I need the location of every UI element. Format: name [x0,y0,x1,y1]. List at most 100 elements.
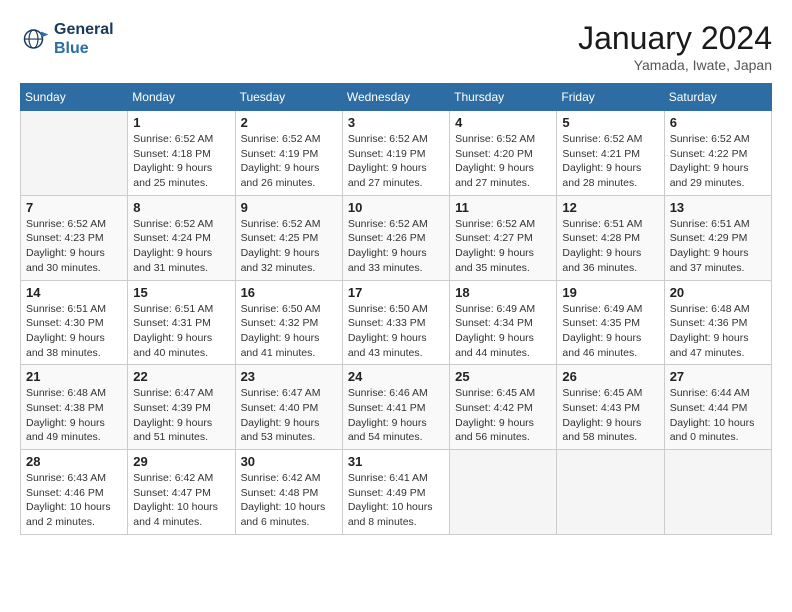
day-info: Sunrise: 6:46 AMSunset: 4:41 PMDaylight:… [348,386,444,445]
calendar-cell: 4 Sunrise: 6:52 AMSunset: 4:20 PMDaylight… [450,111,557,196]
day-info: Sunrise: 6:50 AMSunset: 4:33 PMDaylight:… [348,302,444,361]
calendar-cell: 19 Sunrise: 6:49 AMSunset: 4:35 PMDayligh… [557,280,664,365]
day-number: 25 [455,369,551,384]
day-number: 7 [26,200,122,215]
logo-text: General Blue [54,20,114,58]
day-header-wednesday: Wednesday [342,84,449,111]
day-number: 8 [133,200,229,215]
day-number: 4 [455,115,551,130]
day-number: 31 [348,454,444,469]
calendar-cell: 17 Sunrise: 6:50 AMSunset: 4:33 PMDayligh… [342,280,449,365]
page-header: General Blue January 2024 Yamada, Iwate,… [20,20,772,73]
day-info: Sunrise: 6:44 AMSunset: 4:44 PMDaylight:… [670,386,766,445]
day-info: Sunrise: 6:45 AMSunset: 4:42 PMDaylight:… [455,386,551,445]
day-header-thursday: Thursday [450,84,557,111]
calendar-cell: 9Sunrise: 6:52 AMSunset: 4:25 PMDaylight… [235,195,342,280]
calendar-header-row: SundayMondayTuesdayWednesdayThursdayFrid… [21,84,772,111]
day-info: Sunrise: 6:52 AMSunset: 4:26 PMDaylight:… [348,217,444,276]
calendar-cell: 16 Sunrise: 6:50 AMSunset: 4:32 PMDayligh… [235,280,342,365]
logo: General Blue [20,20,114,58]
calendar-cell: 26Sunrise: 6:45 AMSunset: 4:43 PMDayligh… [557,365,664,450]
day-info: Sunrise: 6:42 AMSunset: 4:48 PMDaylight:… [241,471,337,530]
calendar-cell: 23 Sunrise: 6:47 AMSunset: 4:40 PMDayligh… [235,365,342,450]
day-info: Sunrise: 6:52 AMSunset: 4:23 PMDaylight:… [26,217,122,276]
day-number: 30 [241,454,337,469]
day-info: Sunrise: 6:49 AMSunset: 4:34 PMDaylight:… [455,302,551,361]
calendar-cell: 25 Sunrise: 6:45 AMSunset: 4:42 PMDayligh… [450,365,557,450]
calendar-cell: 14 Sunrise: 6:51 AMSunset: 4:30 PMDayligh… [21,280,128,365]
day-number: 3 [348,115,444,130]
calendar-cell: 13Sunrise: 6:51 AMSunset: 4:29 PMDayligh… [664,195,771,280]
calendar-cell: 20 Sunrise: 6:48 AMSunset: 4:36 PMDayligh… [664,280,771,365]
calendar-cell: 31 Sunrise: 6:41 AMSunset: 4:49 PMDayligh… [342,450,449,535]
day-info: Sunrise: 6:42 AMSunset: 4:47 PMDaylight:… [133,471,229,530]
day-number: 23 [241,369,337,384]
day-info: Sunrise: 6:47 AMSunset: 4:39 PMDaylight:… [133,386,229,445]
day-info: Sunrise: 6:48 AMSunset: 4:38 PMDaylight:… [26,386,122,445]
day-info: Sunrise: 6:51 AMSunset: 4:28 PMDaylight:… [562,217,658,276]
calendar-cell [450,450,557,535]
day-info: Sunrise: 6:52 AMSunset: 4:19 PMDaylight:… [241,132,337,191]
day-info: Sunrise: 6:49 AMSunset: 4:35 PMDaylight:… [562,302,658,361]
calendar-table: SundayMondayTuesdayWednesdayThursdayFrid… [20,83,772,535]
calendar-cell: 10 Sunrise: 6:52 AMSunset: 4:26 PMDayligh… [342,195,449,280]
calendar-cell: 28Sunrise: 6:43 AMSunset: 4:46 PMDayligh… [21,450,128,535]
day-info: Sunrise: 6:52 AMSunset: 4:24 PMDaylight:… [133,217,229,276]
day-number: 20 [670,285,766,300]
calendar-cell: 30 Sunrise: 6:42 AMSunset: 4:48 PMDayligh… [235,450,342,535]
calendar-cell: 5 Sunrise: 6:52 AMSunset: 4:21 PMDaylight… [557,111,664,196]
day-info: Sunrise: 6:52 AMSunset: 4:19 PMDaylight:… [348,132,444,191]
calendar-cell: 2 Sunrise: 6:52 AMSunset: 4:19 PMDaylight… [235,111,342,196]
day-number: 6 [670,115,766,130]
day-number: 24 [348,369,444,384]
day-header-monday: Monday [128,84,235,111]
day-number: 2 [241,115,337,130]
day-number: 19 [562,285,658,300]
day-info: Sunrise: 6:48 AMSunset: 4:36 PMDaylight:… [670,302,766,361]
day-number: 1 [133,115,229,130]
calendar-cell: 1 Sunrise: 6:52 AMSunset: 4:18 PMDaylight… [128,111,235,196]
day-info: Sunrise: 6:51 AMSunset: 4:31 PMDaylight:… [133,302,229,361]
calendar-cell: 11Sunrise: 6:52 AMSunset: 4:27 PMDayligh… [450,195,557,280]
day-number: 17 [348,285,444,300]
calendar-cell: 3 Sunrise: 6:52 AMSunset: 4:19 PMDaylight… [342,111,449,196]
calendar-cell: 7 Sunrise: 6:52 AMSunset: 4:23 PMDaylight… [21,195,128,280]
day-number: 5 [562,115,658,130]
day-number: 10 [348,200,444,215]
calendar-subtitle: Yamada, Iwate, Japan [578,57,772,73]
day-info: Sunrise: 6:47 AMSunset: 4:40 PMDaylight:… [241,386,337,445]
day-header-sunday: Sunday [21,84,128,111]
calendar-cell [557,450,664,535]
day-info: Sunrise: 6:52 AMSunset: 4:22 PMDaylight:… [670,132,766,191]
calendar-title: January 2024 [578,20,772,57]
day-info: Sunrise: 6:52 AMSunset: 4:20 PMDaylight:… [455,132,551,191]
day-number: 16 [241,285,337,300]
calendar-cell: 29Sunrise: 6:42 AMSunset: 4:47 PMDayligh… [128,450,235,535]
calendar-week-row: 7 Sunrise: 6:52 AMSunset: 4:23 PMDaylight… [21,195,772,280]
day-number: 21 [26,369,122,384]
day-info: Sunrise: 6:51 AMSunset: 4:30 PMDaylight:… [26,302,122,361]
day-number: 12 [562,200,658,215]
day-info: Sunrise: 6:52 AMSunset: 4:18 PMDaylight:… [133,132,229,191]
day-info: Sunrise: 6:41 AMSunset: 4:49 PMDaylight:… [348,471,444,530]
day-number: 28 [26,454,122,469]
calendar-week-row: 14 Sunrise: 6:51 AMSunset: 4:30 PMDayligh… [21,280,772,365]
calendar-cell: 27 Sunrise: 6:44 AMSunset: 4:44 PMDayligh… [664,365,771,450]
day-number: 14 [26,285,122,300]
day-number: 15 [133,285,229,300]
calendar-week-row: 1 Sunrise: 6:52 AMSunset: 4:18 PMDaylight… [21,111,772,196]
day-info: Sunrise: 6:52 AMSunset: 4:25 PMDaylight:… [241,217,337,276]
calendar-week-row: 28Sunrise: 6:43 AMSunset: 4:46 PMDayligh… [21,450,772,535]
calendar-cell: 18 Sunrise: 6:49 AMSunset: 4:34 PMDayligh… [450,280,557,365]
day-info: Sunrise: 6:50 AMSunset: 4:32 PMDaylight:… [241,302,337,361]
calendar-cell: 22Sunrise: 6:47 AMSunset: 4:39 PMDayligh… [128,365,235,450]
day-number: 13 [670,200,766,215]
day-number: 18 [455,285,551,300]
day-header-saturday: Saturday [664,84,771,111]
day-info: Sunrise: 6:45 AMSunset: 4:43 PMDaylight:… [562,386,658,445]
calendar-cell: 6 Sunrise: 6:52 AMSunset: 4:22 PMDaylight… [664,111,771,196]
day-info: Sunrise: 6:52 AMSunset: 4:21 PMDaylight:… [562,132,658,191]
day-number: 11 [455,200,551,215]
day-header-friday: Friday [557,84,664,111]
day-number: 27 [670,369,766,384]
